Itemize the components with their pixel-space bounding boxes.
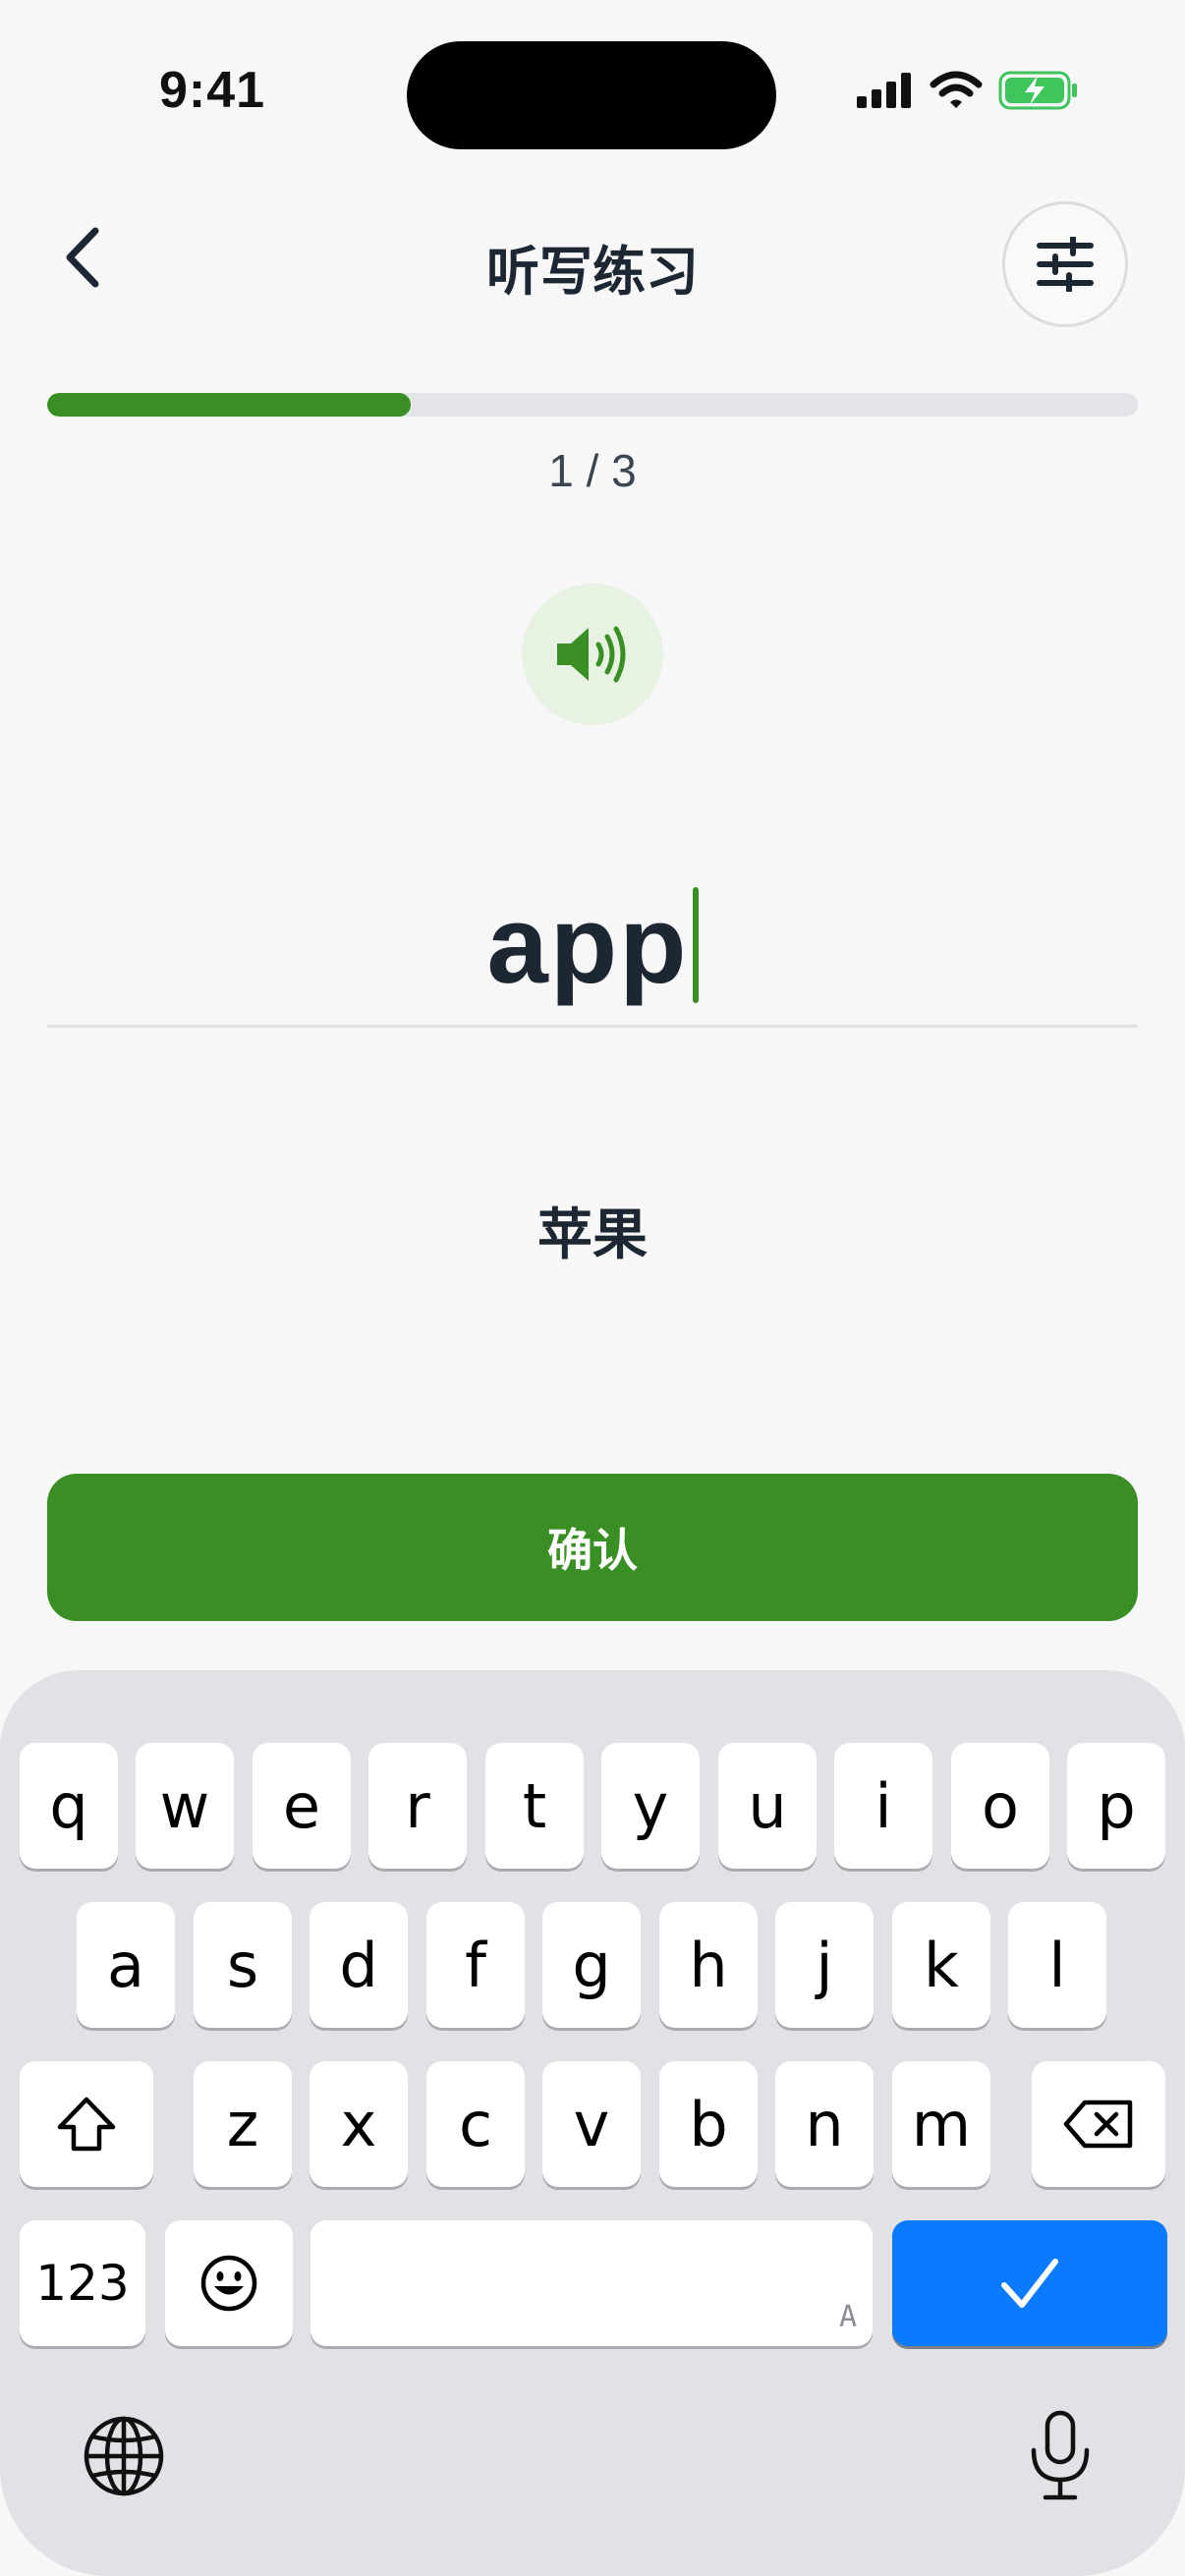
shift-icon [57, 2097, 116, 2152]
key-p[interactable]: p [1067, 1743, 1165, 1869]
key-t[interactable]: t [485, 1743, 584, 1869]
cellular-signal-icon [857, 73, 911, 108]
play-audio-button[interactable] [522, 584, 663, 725]
speaker-icon [557, 626, 626, 683]
wifi-icon [930, 71, 983, 108]
key-f[interactable]: f [426, 1902, 525, 2028]
done-key[interactable] [892, 2220, 1167, 2346]
key-j[interactable]: j [775, 1902, 874, 2028]
dynamic-island [407, 41, 776, 149]
key-k[interactable]: k [892, 1902, 990, 2028]
status-time: 9:41 [159, 62, 266, 119]
text-caret [692, 886, 699, 1003]
status-icons [857, 71, 1079, 110]
emoji-key[interactable] [165, 2220, 293, 2346]
word-meaning: 苹果 [537, 1204, 648, 1265]
key-q[interactable]: q [20, 1743, 118, 1869]
checkmark-icon [1001, 2259, 1058, 2308]
key-l[interactable]: l [1008, 1902, 1106, 2028]
key-d[interactable]: d [310, 1902, 408, 2028]
key-a[interactable]: a [77, 1902, 175, 2028]
progress-bar [47, 393, 1138, 417]
key-w[interactable]: w [136, 1743, 234, 1869]
shift-key[interactable] [20, 2061, 153, 2187]
key-x[interactable]: x [310, 2061, 408, 2187]
numbers-key[interactable]: 123 [20, 2220, 145, 2346]
dictation-button[interactable] [1026, 2409, 1095, 2508]
globe-icon [84, 2416, 164, 2496]
sliders-icon [1037, 237, 1094, 292]
key-i[interactable]: i [834, 1743, 932, 1869]
key-o[interactable]: o [951, 1743, 1049, 1869]
key-m[interactable]: m [892, 2061, 990, 2187]
progress-fill [47, 393, 411, 417]
microphone-icon [1031, 2410, 1090, 2500]
key-z[interactable]: z [194, 2061, 292, 2187]
space-key[interactable]: A [310, 2220, 873, 2346]
answer-text: app [486, 882, 689, 1006]
space-key-mark: A [838, 2300, 857, 2334]
delete-key[interactable] [1032, 2061, 1165, 2187]
key-u[interactable]: u [718, 1743, 817, 1869]
key-h[interactable]: h [659, 1902, 758, 2028]
key-r[interactable]: r [368, 1743, 467, 1869]
emoji-icon [200, 2255, 257, 2312]
globe-button[interactable] [83, 2415, 165, 2502]
key-v[interactable]: v [542, 2061, 641, 2187]
key-s[interactable]: s [194, 1902, 292, 2028]
key-b[interactable]: b [659, 2061, 758, 2187]
key-e[interactable]: e [253, 1743, 351, 1869]
answer-input[interactable]: app [47, 865, 1138, 1028]
battery-charging-icon [998, 71, 1077, 110]
progress-label: 1 / 3 [548, 445, 637, 496]
key-c[interactable]: c [426, 2061, 525, 2187]
key-g[interactable]: g [542, 1902, 641, 2028]
backspace-icon [1063, 2100, 1133, 2149]
confirm-button[interactable]: 确认 [47, 1474, 1138, 1621]
key-n[interactable]: n [775, 2061, 874, 2187]
keyboard: q w e r t y u i o p a s d f g h j k l z … [0, 1670, 1185, 2576]
settings-button[interactable] [1002, 201, 1128, 327]
key-y[interactable]: y [601, 1743, 700, 1869]
